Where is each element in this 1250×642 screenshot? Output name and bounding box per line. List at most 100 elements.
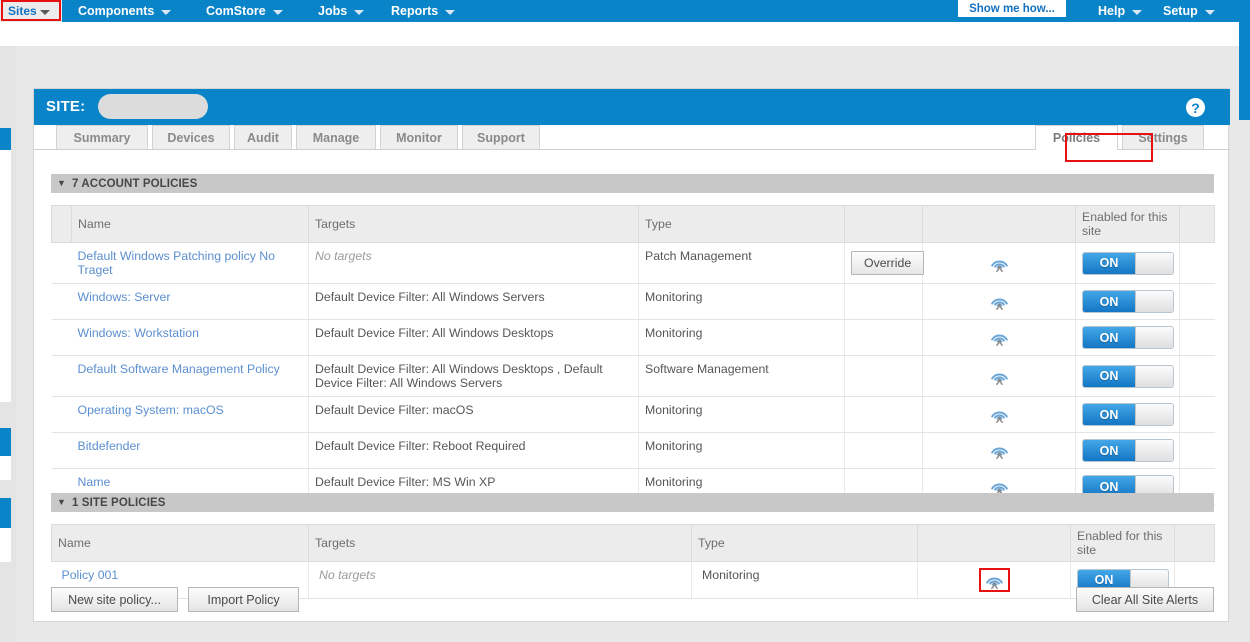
policy-name-link[interactable]: Operating System: macOS — [78, 403, 224, 417]
nav-item-label: Jobs — [318, 4, 347, 18]
col-type[interactable]: Type — [692, 525, 918, 562]
toggle-knob[interactable] — [1135, 404, 1173, 425]
toggle-on-label: ON — [1083, 291, 1135, 312]
left-panel-marker-3[interactable] — [0, 498, 11, 528]
nav-item-components[interactable]: Components — [78, 0, 171, 22]
col-targets[interactable]: Targets — [309, 206, 639, 243]
policy-type-cell: Software Management — [639, 356, 845, 397]
nav-item-comstore[interactable]: ComStore — [206, 0, 283, 22]
nav-item-help[interactable]: Help — [1098, 0, 1142, 22]
toggle-knob[interactable] — [1135, 253, 1173, 274]
policy-name-link[interactable]: Windows: Workstation — [78, 326, 199, 340]
override-button[interactable]: Override — [851, 251, 924, 275]
policy-alert-cell — [923, 356, 1076, 397]
policy-name-link[interactable]: Default Windows Patching policy No Trage… — [78, 249, 276, 277]
policy-name-link[interactable]: Windows: Server — [78, 290, 171, 304]
left-panel-marker-1[interactable] — [0, 128, 11, 150]
tab-support[interactable]: Support — [462, 125, 540, 149]
enabled-toggle[interactable]: ON — [1082, 326, 1174, 349]
account-policies-section-header[interactable]: ▼ 7 ACCOUNT POLICIES — [51, 174, 1214, 193]
broadcast-alert-icon[interactable] — [990, 407, 1009, 421]
tab-manage[interactable]: Manage — [296, 125, 376, 149]
policy-name-link[interactable]: Bitdefender — [78, 439, 141, 453]
policy-type-text: Monitoring — [645, 403, 702, 417]
enabled-toggle[interactable]: ON — [1082, 252, 1174, 275]
enabled-toggle[interactable]: ON — [1082, 439, 1174, 462]
policy-type-cell: Monitoring — [639, 284, 845, 320]
nav-item-label: Components — [78, 4, 154, 18]
policy-targets-text: Default Device Filter: All Windows Serve… — [315, 290, 545, 304]
policy-type-text: Monitoring — [645, 326, 702, 340]
broadcast-alert-icon[interactable] — [990, 330, 1009, 344]
import-policy-button[interactable]: Import Policy — [188, 587, 299, 612]
nav-item-reports[interactable]: Reports — [391, 0, 455, 22]
tab-summary[interactable]: Summary — [56, 125, 148, 149]
broadcast-alert-icon[interactable] — [990, 255, 1009, 269]
chevron-down-icon — [354, 10, 364, 15]
policy-name-cell: Default Software Management Policy — [72, 356, 309, 397]
tab-label: Support — [477, 131, 525, 145]
table-row: Default Software Management PolicyDefaul… — [52, 356, 1215, 397]
toggle-knob[interactable] — [1135, 291, 1173, 312]
nav-item-label: Setup — [1163, 4, 1198, 18]
nav-sites-container[interactable]: Sites — [0, 0, 62, 22]
table-row: Operating System: macOS Default Device Fi… — [52, 397, 1215, 433]
tab-policies[interactable]: Policies — [1035, 125, 1118, 150]
toggle-knob[interactable] — [1135, 366, 1173, 387]
tab-settings[interactable]: Settings — [1122, 125, 1204, 149]
nav-item-setup[interactable]: Setup — [1163, 0, 1215, 22]
broadcast-alert-icon[interactable] — [990, 443, 1009, 457]
col-name[interactable]: Name — [52, 525, 309, 562]
site-name-value — [98, 94, 208, 119]
broadcast-alert-icon[interactable] — [990, 368, 1009, 382]
toggle-knob[interactable] — [1135, 440, 1173, 461]
row-end-spacer — [1180, 320, 1215, 356]
policy-name-cell: Default Windows Patching policy No Trage… — [72, 243, 309, 284]
tab-label: Devices — [167, 131, 214, 145]
policy-name-link[interactable]: Policy 001 — [62, 568, 119, 582]
left-panel-marker-2[interactable] — [0, 428, 11, 456]
policy-type-text: Monitoring — [645, 290, 702, 304]
chevron-down-icon — [161, 10, 171, 15]
site-policies-panel: SITE: ? Summary Devices Audit Manage Mon… — [33, 88, 1229, 622]
policy-enabled-cell: ON — [1076, 356, 1180, 397]
col-targets[interactable]: Targets — [309, 525, 692, 562]
chevron-down-icon — [1132, 10, 1142, 15]
broadcast-alert-icon[interactable] — [985, 573, 1004, 587]
new-site-policy-button[interactable]: New site policy... — [51, 587, 178, 612]
left-panel-gap-3 — [0, 528, 11, 562]
broadcast-alert-icon[interactable] — [990, 294, 1009, 308]
tab-devices[interactable]: Devices — [152, 125, 230, 149]
nav-item-label: ComStore — [206, 4, 266, 18]
col-type[interactable]: Type — [639, 206, 845, 243]
site-policies-section-header[interactable]: ▼ 1 SITE POLICIES — [51, 493, 1214, 512]
triangle-down-icon: ▼ — [57, 498, 66, 507]
policy-targets-cell: Default Device Filter: macOS — [309, 397, 639, 433]
show-me-how-button[interactable]: Show me how... — [958, 0, 1066, 17]
tab-label: Manage — [313, 131, 360, 145]
enabled-toggle[interactable]: ON — [1082, 365, 1174, 388]
col-name[interactable]: Name — [72, 206, 309, 243]
question-mark-icon[interactable]: ? — [1186, 98, 1205, 117]
toggle-knob[interactable] — [1135, 327, 1173, 348]
policy-alert-cell — [923, 433, 1076, 469]
broadcast-alert-icon[interactable] — [990, 479, 1009, 493]
top-navigation-bar: Sites Components ComStore Jobs Reports S… — [0, 0, 1250, 22]
nav-item-jobs[interactable]: Jobs — [318, 0, 364, 22]
right-rail-marker — [1239, 22, 1250, 120]
tab-monitor[interactable]: Monitor — [380, 125, 458, 149]
toggle-on-label: ON — [1083, 404, 1135, 425]
policy-targets-cell: Default Device Filter: Reboot Required — [309, 433, 639, 469]
policy-action-cell: Override — [845, 243, 923, 284]
clear-all-site-alerts-button[interactable]: Clear All Site Alerts — [1076, 587, 1214, 612]
policy-alert-cell — [923, 284, 1076, 320]
policy-name-link[interactable]: Name — [78, 475, 111, 489]
nav-item-label: Help — [1098, 4, 1125, 18]
enabled-toggle[interactable]: ON — [1082, 403, 1174, 426]
policy-name-link[interactable]: Default Software Management Policy — [78, 362, 280, 376]
table-row: Windows: Server Default Device Filter: Al… — [52, 284, 1215, 320]
enabled-toggle[interactable]: ON — [1082, 290, 1174, 313]
toggle-on-label: ON — [1083, 327, 1135, 348]
tab-audit[interactable]: Audit — [234, 125, 292, 149]
policy-enabled-cell: ON — [1076, 397, 1180, 433]
